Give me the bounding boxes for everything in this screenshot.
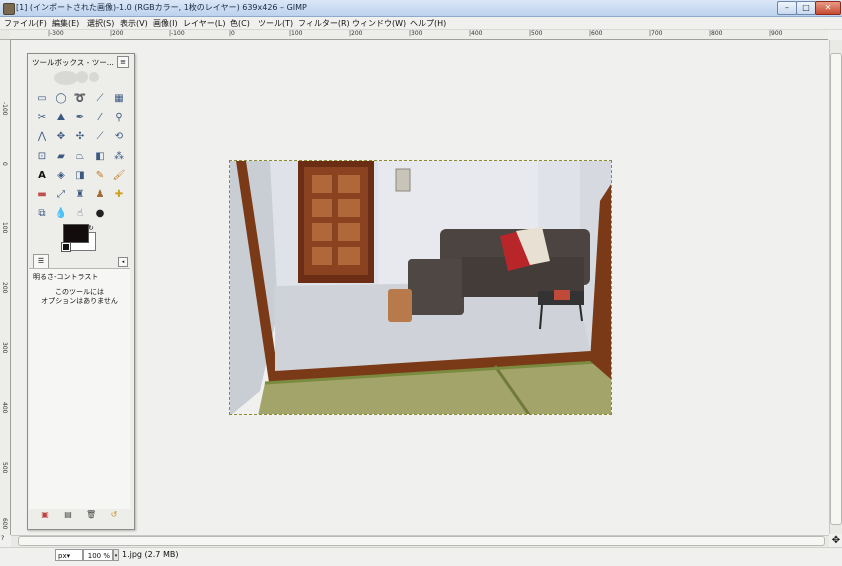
menu-colors[interactable]: 色(C) [230,18,250,29]
cage-icon[interactable]: ⁂ [112,150,126,164]
fuzzy-select-icon[interactable]: ⟋ [93,92,107,106]
ruler-label: |-100 [169,30,185,37]
color-select-icon[interactable]: ▦ [112,92,126,106]
align-icon[interactable]: ✣ [73,130,87,144]
save-preset-icon[interactable]: ▣ [40,510,50,520]
ruler-label: 500 [1,462,8,474]
ruler-label: |600 [589,30,603,37]
blend-icon[interactable]: ◨ [73,169,87,183]
menu-image[interactable]: 画像(I) [153,18,178,29]
ruler-label: 0 [1,162,8,166]
delete-preset-icon[interactable]: 🗑 [86,510,96,520]
ruler-label: |300 [409,30,423,37]
menu-edit[interactable]: 編集(E) [52,18,79,29]
move-icon[interactable]: ✥ [54,130,68,144]
ruler-label: |100 [289,30,303,37]
window-title: [1] (インポートされた画像)-1.0 (RGBカラー, 1枚のレイヤー) 6… [16,3,307,12]
ruler-label: |900 [769,30,783,37]
ruler-label: |400 [469,30,483,37]
ink-icon[interactable]: ♜ [73,188,87,202]
wilber-drop-area[interactable] [48,68,108,86]
heal-icon[interactable]: ✚ [112,188,126,202]
crop-icon[interactable]: ⟋ [93,130,107,144]
toolbox-title: ツールボックス - ツー... [32,58,114,67]
status-info: 1.jpg (2.7 MB) [122,550,179,559]
ruler-label: |800 [709,30,723,37]
menu-file[interactable]: ファイル(F) [4,18,47,29]
ruler-label: |200 [349,30,363,37]
tool-options-message: オプションはありません [41,297,118,305]
ruler-label: |700 [649,30,663,37]
image-canvas[interactable] [229,160,612,415]
tab-menu-icon[interactable]: ◂ [118,257,128,267]
tool-options-header: 明るさ-コントラスト [33,273,99,281]
ruler-label: |500 [529,30,543,37]
menu-layer[interactable]: レイヤー(L) [183,18,225,29]
ruler-label: |0 [229,30,235,37]
ruler-label: 100 [1,222,8,234]
scale-icon[interactable]: ⊡ [35,150,49,164]
reset-icon[interactable]: ↺ [109,510,119,520]
zoom-input[interactable]: 100 % [83,549,113,561]
shear-icon[interactable]: ▰ [54,150,68,164]
paintbrush-icon[interactable]: 🖌 [112,169,126,183]
tool-options-tab-icon[interactable]: ☰ [33,254,49,269]
measure-icon[interactable]: ⋀ [35,130,49,144]
vertical-scroll-thumb[interactable] [830,53,842,525]
menu-view[interactable]: 表示(V) [120,18,148,29]
default-colors-icon[interactable] [61,242,71,252]
toolbox-menu-icon[interactable]: ≡ [117,56,129,68]
color-picker-icon[interactable]: ⁄ [93,111,107,125]
foreground-select-icon[interactable]: ⛰ [54,111,68,125]
menu-select[interactable]: 選択(S) [87,18,114,29]
ruler-label: -100 [1,102,8,116]
perspective-clone-icon[interactable]: ⧉ [35,207,49,221]
clone-icon[interactable]: ♟ [93,188,107,202]
ruler-label: 200 [1,282,8,294]
rotate-icon[interactable]: ⟲ [112,130,126,144]
menu-filters[interactable]: フィルター(R) [298,18,350,29]
ruler-label: 400 [1,402,8,414]
scissors-select-icon[interactable]: ✂ [35,111,49,125]
close-button[interactable]: ✕ [815,1,841,15]
rect-select-icon[interactable]: ▭ [35,92,49,106]
eraser-icon[interactable]: ▬ [35,188,49,202]
blur-icon[interactable]: 💧 [54,207,68,221]
menu-windows[interactable]: ウィンドウ(W) [352,18,406,29]
navigate-icon[interactable]: ✥ [831,535,841,546]
vertical-ruler[interactable]: -100 0 100 200 300 400 500 600 [0,40,11,535]
ruler-label: 300 [1,342,8,354]
minimize-button[interactable]: – [777,1,797,15]
foreground-color-swatch[interactable] [63,224,89,243]
restore-preset-icon[interactable]: ▤ [63,510,73,520]
paths-icon[interactable]: ✒ [73,111,87,125]
free-select-icon[interactable]: ➰ [73,92,87,106]
menu-bar: ファイル(F) 編集(E) 選択(S) 表示(V) 画像(I) レイヤー(L) … [0,17,842,30]
menu-help[interactable]: ヘルプ(H) [410,18,446,29]
unit-select[interactable]: px▾ [55,549,83,561]
dodge-burn-icon[interactable]: ● [93,207,107,221]
quick-mask-icon[interactable]: ? [1,535,10,545]
maximize-button[interactable]: □ [796,1,816,15]
zoom-icon[interactable]: ⚲ [112,111,126,125]
ruler-label: |200 [110,30,124,37]
ruler-label: |-300 [48,30,64,37]
gimp-app-icon[interactable] [3,3,15,15]
horizontal-scroll-thumb[interactable] [18,536,825,546]
horizontal-ruler[interactable]: |-300 |200 |-100 |0 |100 |200 |300 |400 … [10,30,828,40]
airbrush-icon[interactable]: ⤢ [54,188,68,202]
pencil-icon[interactable]: ✎ [93,169,107,183]
ellipse-select-icon[interactable]: ◯ [54,92,68,106]
smudge-icon[interactable]: ☝ [73,207,87,221]
menu-tools[interactable]: ツール(T) [258,18,293,29]
room-photo [230,161,611,414]
ruler-label: 600 [1,518,8,530]
bucket-fill-icon[interactable]: ◈ [54,169,68,183]
flip-icon[interactable]: ◧ [93,150,107,164]
text-icon[interactable]: A [35,169,49,183]
swap-colors-icon[interactable]: ↻ [88,224,94,232]
zoom-dropdown-button[interactable]: ▾ [113,549,119,561]
perspective-icon[interactable]: ⏢ [73,150,87,164]
